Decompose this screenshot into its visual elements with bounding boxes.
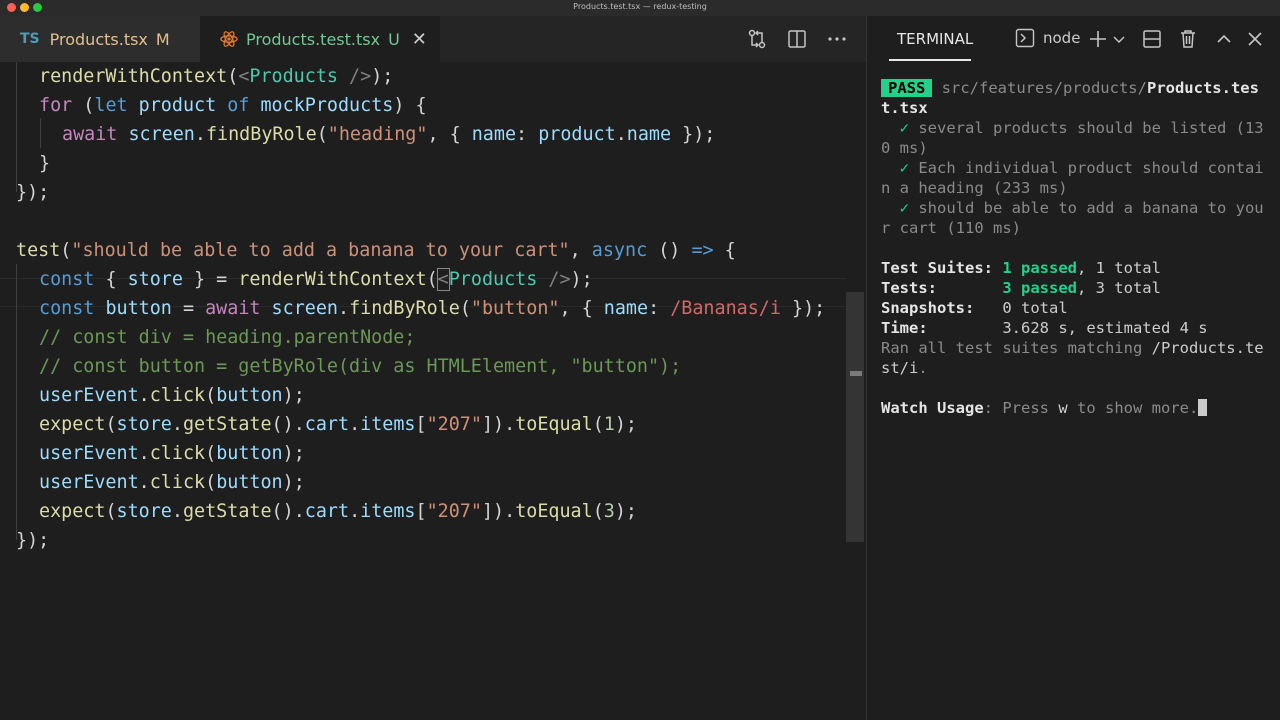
shell-name: node	[1043, 29, 1081, 47]
terminal-cursor	[1198, 399, 1208, 416]
code-line: // const button = getByRole(div as HTMLE…	[39, 356, 682, 377]
react-file-icon	[220, 31, 238, 47]
tab-products-tsx[interactable]: TS Products.tsx M	[0, 16, 200, 62]
modified-indicator: M	[155, 29, 170, 49]
tab-terminal[interactable]: TERMINAL	[897, 30, 973, 48]
more-actions-icon[interactable]	[826, 28, 848, 50]
code-line: // const div = heading.parentNode;	[39, 327, 416, 348]
new-terminal-plus-icon[interactable]	[1087, 28, 1109, 50]
code-line: expect(store.getState().cart.items["207"…	[39, 414, 638, 435]
editor-tab-bar: TS Products.tsx M Products.test.tsx U ✕	[0, 16, 866, 62]
test-file-result: PASS src/features/products/Products.tes	[881, 78, 1259, 98]
indent-guide	[16, 264, 17, 540]
split-terminal-icon[interactable]	[1141, 28, 1163, 50]
chevron-up-icon[interactable]	[1213, 28, 1235, 50]
code-line: const button = await screen.findByRole("…	[39, 298, 826, 319]
check-icon: ✓	[899, 159, 910, 177]
check-icon: ✓	[899, 119, 910, 137]
code-line: }	[39, 153, 51, 174]
test-result-line: ✓ Each individual product should contai	[899, 159, 1264, 177]
tab-label: Products.tsx	[49, 29, 148, 49]
tab-products-test-tsx[interactable]: Products.test.tsx U ✕	[200, 16, 440, 62]
test-result-line: ✓ should be able to add a banana to you	[899, 199, 1264, 217]
typescript-file-icon: TS	[20, 31, 40, 47]
summary-time: Time: 3.628 s, estimated 4 s	[881, 319, 1208, 337]
editor-area: TS Products.tsx M Products.test.tsx U ✕	[0, 16, 866, 720]
terminal-line: st/i.	[881, 359, 928, 377]
active-tab-underline	[889, 59, 971, 61]
code-line: });	[16, 530, 50, 551]
pass-badge: PASS	[881, 79, 933, 97]
close-tab-icon[interactable]: ✕	[412, 29, 427, 50]
code-line: for (let product of mockProducts) {	[39, 95, 427, 116]
terminal-line: 0 ms)	[881, 139, 928, 157]
ran-suites-line: Ran all test suites matching /Products.t…	[881, 339, 1264, 357]
summary-snapshots: Snapshots: 0 total	[881, 299, 1068, 317]
editor-actions	[746, 28, 848, 50]
window-title-bar: Products.test.tsx — redux-testing	[0, 0, 1280, 16]
terminal-selector[interactable]: node	[1015, 28, 1080, 48]
watch-usage-line: Watch Usage: Press w to show more.	[881, 398, 1208, 418]
scrollbar-cursor-marker	[850, 371, 862, 376]
summary-tests: Tests: 3 passed, 3 total	[881, 279, 1161, 297]
terminal-line: n a heading (233 ms)	[881, 179, 1068, 197]
check-icon: ✓	[899, 199, 910, 217]
chevron-down-icon[interactable]	[1111, 28, 1127, 50]
indent-guide	[40, 118, 41, 148]
code-line: userEvent.click(button);	[39, 385, 305, 406]
terminal-panel: TERMINAL node PASS src/features/products…	[866, 16, 1280, 720]
compare-changes-icon[interactable]	[746, 28, 768, 50]
code-line: await screen.findByRole("heading", { nam…	[62, 124, 716, 145]
summary-suites: Test Suites: 1 passed, 1 total	[881, 259, 1161, 277]
code-line: const { store } = renderWithContext(<Pro…	[39, 268, 593, 291]
code-line: userEvent.click(button);	[39, 443, 305, 464]
vertical-scrollbar[interactable]	[846, 292, 864, 542]
trash-icon[interactable]	[1177, 28, 1199, 50]
window-title: Products.test.tsx — redux-testing	[573, 2, 707, 11]
code-line: test("should be able to add a banana to …	[16, 240, 736, 261]
code-line: expect(store.getState().cart.items["207"…	[39, 501, 638, 522]
terminal-icon	[1015, 28, 1035, 48]
close-panel-icon[interactable]	[1244, 28, 1266, 50]
test-result-line: ✓ several products should be listed (13	[899, 119, 1264, 137]
tab-label: Products.test.tsx	[246, 29, 381, 49]
code-line: userEvent.click(button);	[39, 472, 305, 493]
code-line: renderWithContext(<Products />);	[39, 66, 394, 87]
code-line: });	[16, 182, 50, 203]
panel-header: TERMINAL node	[867, 16, 1280, 62]
split-editor-icon[interactable]	[786, 28, 808, 50]
terminal-line: r cart (110 ms)	[881, 219, 1021, 237]
terminal-line: t.tsx	[881, 99, 928, 117]
untracked-indicator: U	[388, 29, 400, 49]
indent-guide	[16, 62, 17, 192]
